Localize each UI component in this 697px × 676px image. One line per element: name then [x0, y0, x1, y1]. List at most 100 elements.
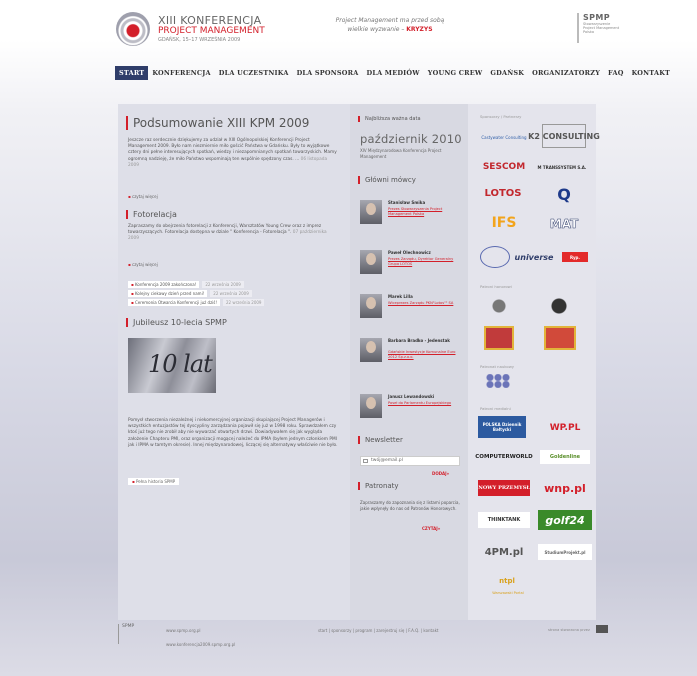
- speaker-role[interactable]: Wiceprezes Zarządu PKN"Lotos"" SA: [388, 301, 460, 306]
- jubilee-more-link[interactable]: ▪ Pełna historia SPMP: [128, 478, 180, 485]
- media-logo[interactable]: Warszawski Portal: [480, 590, 536, 596]
- footer-credit: strona stworzona przez: [548, 628, 590, 632]
- media-section-title: Patroni medialni: [480, 406, 511, 411]
- media-logo[interactable]: COMPUTERWORLD: [475, 450, 532, 464]
- read-more-link-1[interactable]: ▪ czytaj więcej: [128, 194, 158, 199]
- patrons-heading: Patronaty: [358, 482, 399, 490]
- newsletter-add-button[interactable]: DODAJ»: [432, 471, 449, 476]
- footer-agency-logo[interactable]: [596, 625, 608, 633]
- nav-konferencja[interactable]: KONFERENCJA: [148, 66, 214, 80]
- news-item-label: Kolejny ciekawy dzień przed nami!: [135, 291, 205, 296]
- honor-section-title: Patroni honorowi: [480, 284, 512, 289]
- speaker-role[interactable]: Poseł do Parlamentu Europejskiego: [388, 401, 460, 406]
- sponsor-logo[interactable]: Castywater Consulting: [480, 126, 528, 148]
- footer-www-link[interactable]: www.spmp.org.pl: [166, 628, 201, 633]
- media-logo[interactable]: Goldenline: [540, 450, 590, 464]
- speaker-name: Janusz Lewandowski: [388, 394, 435, 399]
- nav-young-crew[interactable]: YOUNG CREW: [424, 66, 487, 80]
- news-item-date: 22 września 2009: [202, 281, 244, 288]
- patrons-read-button[interactable]: CZYTAJ»: [422, 526, 440, 531]
- jubilee-text: Pomysł stworzenia niezależnej i niekomer…: [128, 418, 338, 448]
- speaker-photo: [360, 338, 382, 362]
- newsletter-heading: Newsletter: [358, 436, 403, 444]
- tagline: Project Management ma przed sobą wielkie…: [320, 16, 460, 34]
- nav-dla-mediow[interactable]: DLA MEDIÓW: [362, 66, 423, 80]
- media-logo[interactable]: ntpl: [492, 574, 522, 588]
- crest-icon: [484, 296, 514, 316]
- speaker-card[interactable]: Barbara Bradko - Jedenstak Gdańskie Inwe…: [360, 338, 465, 368]
- speaker-card[interactable]: Stanisław Smika Prezes Stowarzyszenia Pr…: [360, 200, 465, 230]
- speakers-heading: Główni mówcy: [358, 176, 416, 184]
- sponsor-logo[interactable]: LOTOS: [478, 184, 528, 202]
- speaker-card[interactable]: Janusz Lewandowski Poseł do Parlamentu E…: [360, 394, 465, 424]
- speaker-photo: [360, 394, 382, 418]
- middle-column: Najbliższa ważna data październik 2010 X…: [350, 104, 468, 620]
- speaker-role[interactable]: Gdańskie Inwestycje Komunalne Euro 2012 …: [388, 350, 460, 359]
- footer-site-link[interactable]: www.konferencja2009.spmp.org.pl: [166, 642, 235, 647]
- tagline-line-2: wielkie wyzwanie –: [347, 26, 405, 33]
- media-logo[interactable]: WP.PL: [542, 418, 588, 438]
- news-item-label: Ceremonia Otwarcia Konferencji już dziś!: [135, 300, 217, 305]
- sponsor-logo[interactable]: SESCOM: [478, 160, 530, 174]
- media-logo[interactable]: golf24: [538, 510, 592, 530]
- media-logo[interactable]: NOWY PRZEMYSŁ: [478, 480, 530, 496]
- media-logo[interactable]: StudiumProjekt.pl: [538, 544, 592, 560]
- jubilee-photo-text: 10 lat: [148, 350, 213, 378]
- next-date-label: Najbliższa ważna data: [358, 116, 421, 122]
- sponsors-section-title: Sponsorzy / Partnerzy: [480, 114, 522, 119]
- nav-kontakt[interactable]: KONTAKT: [628, 66, 675, 80]
- speaker-name: Paweł Olechnowicz: [388, 250, 431, 255]
- sponsor-logo[interactable]: MAT: [542, 214, 586, 234]
- speaker-name: Barbara Bradko - Jedenstak: [388, 338, 450, 343]
- sponsor-logo[interactable]: K2 CONSULTING: [528, 124, 600, 148]
- jubilee-more-label: Pełna historia SPMP: [136, 479, 176, 484]
- speaker-photo: [360, 200, 382, 224]
- nav-faq[interactable]: FAQ: [604, 66, 628, 80]
- nav-dla-sponsora[interactable]: DLA SPONSORA: [293, 66, 363, 80]
- news-item[interactable]: ▪ Konferencja 2009 zakończona! 22 wrześn…: [128, 280, 343, 289]
- crest-icon: [484, 326, 514, 350]
- footer-spmp-logo[interactable]: SPMP: [118, 624, 148, 644]
- intro-text: Jeszcze raz serdecznie dziękujemy za udz…: [128, 138, 338, 169]
- nav-gdansk[interactable]: GDAŃSK: [486, 66, 528, 80]
- speaker-name: Stanisław Smika: [388, 200, 426, 205]
- page-title: Podsumowanie XIII KPM 2009: [126, 116, 309, 130]
- conference-logo[interactable]: XIII KONFERENCJA PROJECT MANAGEMENT GDAŃ…: [116, 12, 286, 46]
- speaker-photo: [360, 294, 382, 318]
- conference-logo-icon: [116, 12, 150, 46]
- jubilee-heading: Jubileusz 10-lecia SPMP: [126, 318, 227, 327]
- read-more-link-2[interactable]: ▪ czytaj więcej: [128, 262, 158, 267]
- speaker-photo: [360, 250, 382, 274]
- media-logo[interactable]: 4PM.pl: [478, 544, 530, 560]
- speaker-role[interactable]: Prezes Zarządu, Dyrektor Generalny Grupa…: [388, 257, 460, 266]
- sponsor-logo[interactable]: Ryp.: [562, 252, 588, 262]
- tagline-line-1: Project Management ma przed sobą: [335, 17, 445, 24]
- news-item[interactable]: ▪ Kolejny ciekawy dzień przed nami! 22 w…: [128, 289, 343, 298]
- sponsor-logo[interactable]: M TRANSSYSTEM S.A.: [534, 162, 590, 172]
- sponsor-logo[interactable]: IFS: [484, 212, 524, 234]
- sponsor-logo[interactable]: Q: [542, 182, 586, 206]
- tagline-highlight: KRYZYS: [406, 26, 433, 33]
- news-item[interactable]: ▪ Ceremonia Otwarcia Konferencji już dzi…: [128, 298, 343, 307]
- sponsor-logo[interactable]: universe: [514, 250, 554, 264]
- media-logo[interactable]: THINKTANK: [478, 512, 530, 528]
- sponsors-column: Sponsorzy / Partnerzy Castywater Consult…: [468, 104, 600, 620]
- logo-line-2: PROJECT MANAGEMENT: [158, 26, 265, 36]
- footer-links[interactable]: start | sponsorzy | program | zarejestru…: [318, 628, 438, 633]
- sponsor-logo-circles[interactable]: [480, 246, 510, 268]
- patrons-text: Zapraszamy do zapoznania się z listami p…: [360, 500, 460, 511]
- science-patron-icon[interactable]: [486, 374, 510, 388]
- nav-start[interactable]: START: [115, 66, 149, 80]
- media-logo[interactable]: POLSKA Dziennik Bałtycki: [478, 416, 526, 438]
- speaker-role[interactable]: Prezes Stowarzyszenia Project Management…: [388, 207, 460, 216]
- newsletter-email-input[interactable]: twój@email.pl: [360, 456, 460, 466]
- media-logo[interactable]: wnp.pl: [538, 478, 592, 498]
- jubilee-photo[interactable]: 10 lat: [128, 338, 216, 393]
- main-column: Podsumowanie XIII KPM 2009 Jeszcze raz s…: [118, 104, 350, 620]
- speaker-card[interactable]: Paweł Olechnowicz Prezes Zarządu, Dyrekt…: [360, 250, 465, 280]
- speaker-card[interactable]: Marek Lilla Wiceprezes Zarządu PKN"Lotos…: [360, 294, 465, 324]
- logo-line-3: GDAŃSK, 15–17 WRZEŚNIA 2009: [158, 37, 241, 43]
- nav-dla-uczestnika[interactable]: DLA UCZESTNIKA: [215, 66, 293, 80]
- spmp-logo[interactable]: SPMP Stowarzyszenie Project Management P…: [577, 13, 623, 43]
- nav-organizatorzy[interactable]: ORGANIZATORZY: [528, 66, 604, 80]
